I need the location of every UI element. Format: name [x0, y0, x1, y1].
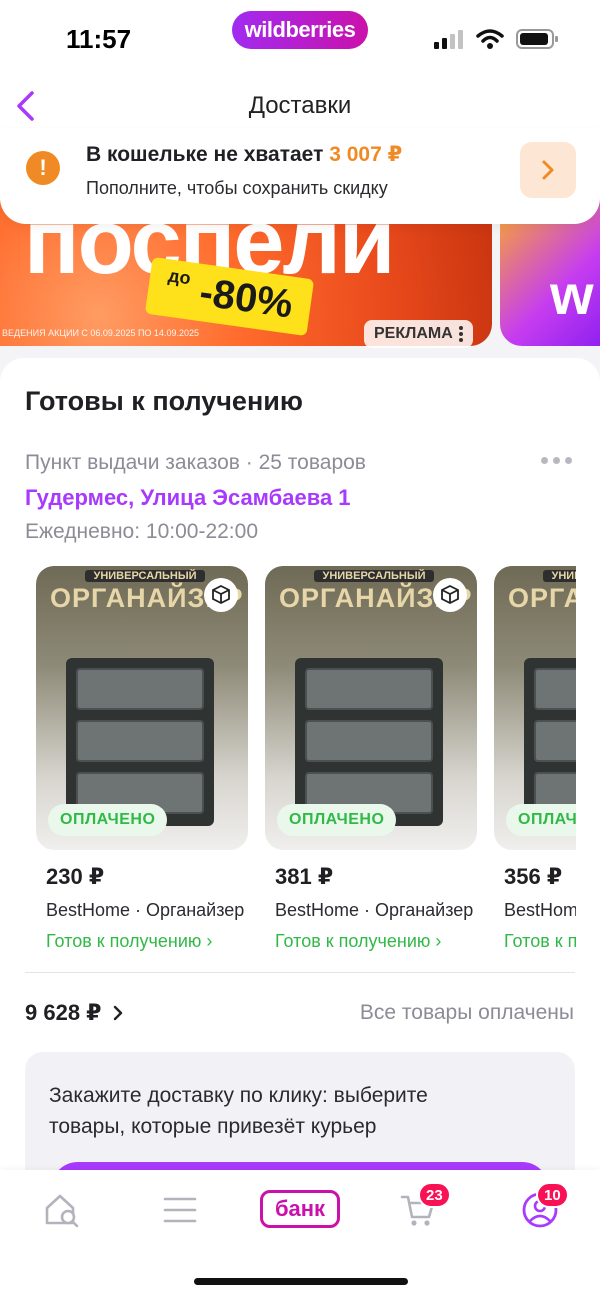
banner-side-text: w [550, 263, 594, 326]
product-image[interactable]: УНИВЕРСАЛЬНЫЙ ОРГАНАЙЗЕР ОПЛАЧЕНО [265, 566, 477, 850]
product-image[interactable]: УНИВЕРСАЛЬНЫЙ ОРГАНАЙЗЕР ОПЛАЧЕНО [36, 566, 248, 850]
product-image-subtitle: УНИВЕРСАЛЬНЫЙ [85, 570, 205, 582]
section-title: Готовы к получению [25, 386, 303, 416]
more-options-button[interactable] [538, 450, 574, 470]
home-search-icon [45, 1194, 79, 1228]
product-image-subtitle: УНИВЕРСАЛЬНЫЙ [543, 570, 576, 582]
menu-icon [163, 1197, 197, 1223]
page-title: Доставки [248, 92, 352, 119]
status-time: 11:57 [66, 24, 132, 54]
wallet-amount: 3 007 ₽ [329, 143, 403, 166]
chevron-right-icon [542, 160, 554, 180]
paid-badge: ОПЛАЧЕНО [277, 804, 397, 836]
product-card[interactable]: УНИВЕРСАЛЬНЫЙ ОРГАНАЙЗЕР ОПЛАЧЕНО 230 ₽ … [36, 566, 248, 952]
product-card[interactable]: УНИВЕРСАЛЬНЫЙ ОРГАНАЙЗЕР ОПЛАЧЕНО 381 ₽ … [265, 566, 477, 952]
order-total: 9 628 ₽ [25, 1000, 102, 1025]
ad-label-button[interactable]: РЕКЛАМА [364, 320, 473, 348]
banner-fine-print: ВЕДЕНИЯ АКЦИИ С 06.09.2025 ПО 14.09.2025 [2, 328, 199, 338]
wallet-open-button[interactable] [520, 142, 576, 198]
return-box-icon[interactable] [204, 578, 238, 612]
profile-count-badge: 10 [536, 1182, 569, 1208]
more-vertical-icon [458, 326, 463, 342]
cellular-signal-icon [434, 30, 463, 49]
product-image-title: ОРГАНАЙЗЕР [508, 583, 576, 613]
banner-discount: -80% [196, 270, 296, 327]
home-indicator [194, 1278, 408, 1285]
product-status-link[interactable]: Готов к получению › [494, 931, 576, 952]
wifi-icon [476, 29, 504, 49]
product-image-subtitle: УНИВЕРСАЛЬНЫЙ [314, 570, 434, 582]
banner-discount-prefix: до [166, 265, 192, 289]
payment-status: Все товары оплачены [359, 1001, 574, 1024]
chevron-right-icon [114, 1005, 123, 1021]
paid-badge: ОПЛАЧЕНО [48, 804, 168, 836]
product-illustration [524, 658, 576, 826]
order-total-button[interactable]: 9 628 ₽ [25, 1000, 123, 1026]
pickup-hours: Ежедневно: 10:00-22:00 [25, 520, 258, 543]
product-image[interactable]: УНИВЕРСАЛЬНЫЙ ОРГАНАЙЗЕР ОПЛАЧЕНО [494, 566, 576, 850]
product-status-link[interactable]: Готов к получению › [265, 931, 477, 952]
product-price: 381 ₽ [275, 864, 334, 889]
pickup-point-info: Пункт выдачи заказов · 25 товаров [25, 451, 366, 474]
battery-icon [516, 29, 558, 49]
ready-orders-card: Готовы к получению Пункт выдачи заказов … [0, 358, 600, 1232]
status-icons [434, 28, 560, 50]
status-bar: 11:57 wildberries [0, 0, 600, 70]
brand-logo: wildberries [232, 11, 368, 49]
product-name: BestHome · Органайзер [504, 900, 576, 920]
courier-text: Закажите доставку по клику: выберите тов… [49, 1084, 428, 1138]
product-illustration [295, 658, 443, 826]
product-illustration [66, 658, 214, 826]
product-card[interactable]: УНИВЕРСАЛЬНЫЙ ОРГАНАЙЗЕР ОПЛАЧЕНО 356 ₽ … [494, 566, 576, 952]
bottom-tab-bar: банк 23 10 [0, 1170, 600, 1297]
tab-catalog[interactable] [160, 1190, 200, 1230]
product-price: 356 ₽ [504, 864, 563, 889]
product-name: BestHome · Органайзер [275, 900, 474, 920]
ad-label: РЕКЛАМА [374, 325, 453, 342]
warning-icon: ! [26, 151, 60, 185]
wallet-warning-card[interactable]: ! В кошельке не хватает 3 007 ₽ Пополнит… [0, 128, 600, 224]
divider [25, 972, 575, 973]
tab-home[interactable] [42, 1190, 82, 1230]
wallet-title-text: В кошельке не хватает [86, 143, 330, 166]
product-list[interactable]: УНИВЕРСАЛЬНЫЙ ОРГАНАЙЗЕР ОПЛАЧЕНО 230 ₽ … [36, 566, 576, 956]
tab-bank[interactable]: банк [260, 1190, 340, 1228]
product-status-link[interactable]: Готов к получению › [36, 931, 248, 952]
product-name: BestHome · Органайзер [46, 900, 245, 920]
paid-badge: ОПЛАЧЕНО [506, 804, 576, 836]
wallet-subtitle: Пополните, чтобы сохранить скидку [86, 178, 388, 198]
wallet-title: В кошельке не хватает 3 007 ₽ [86, 142, 402, 167]
cart-count-badge: 23 [418, 1182, 451, 1208]
pickup-address-link[interactable]: Гудермес, Улица Эсамбаева 1 [25, 485, 351, 511]
product-price: 230 ₽ [46, 864, 105, 889]
product-image-banner: УНИВЕРСАЛЬНЫЙ ОРГАНАЙЗЕР [508, 566, 576, 624]
return-box-icon[interactable] [433, 578, 467, 612]
